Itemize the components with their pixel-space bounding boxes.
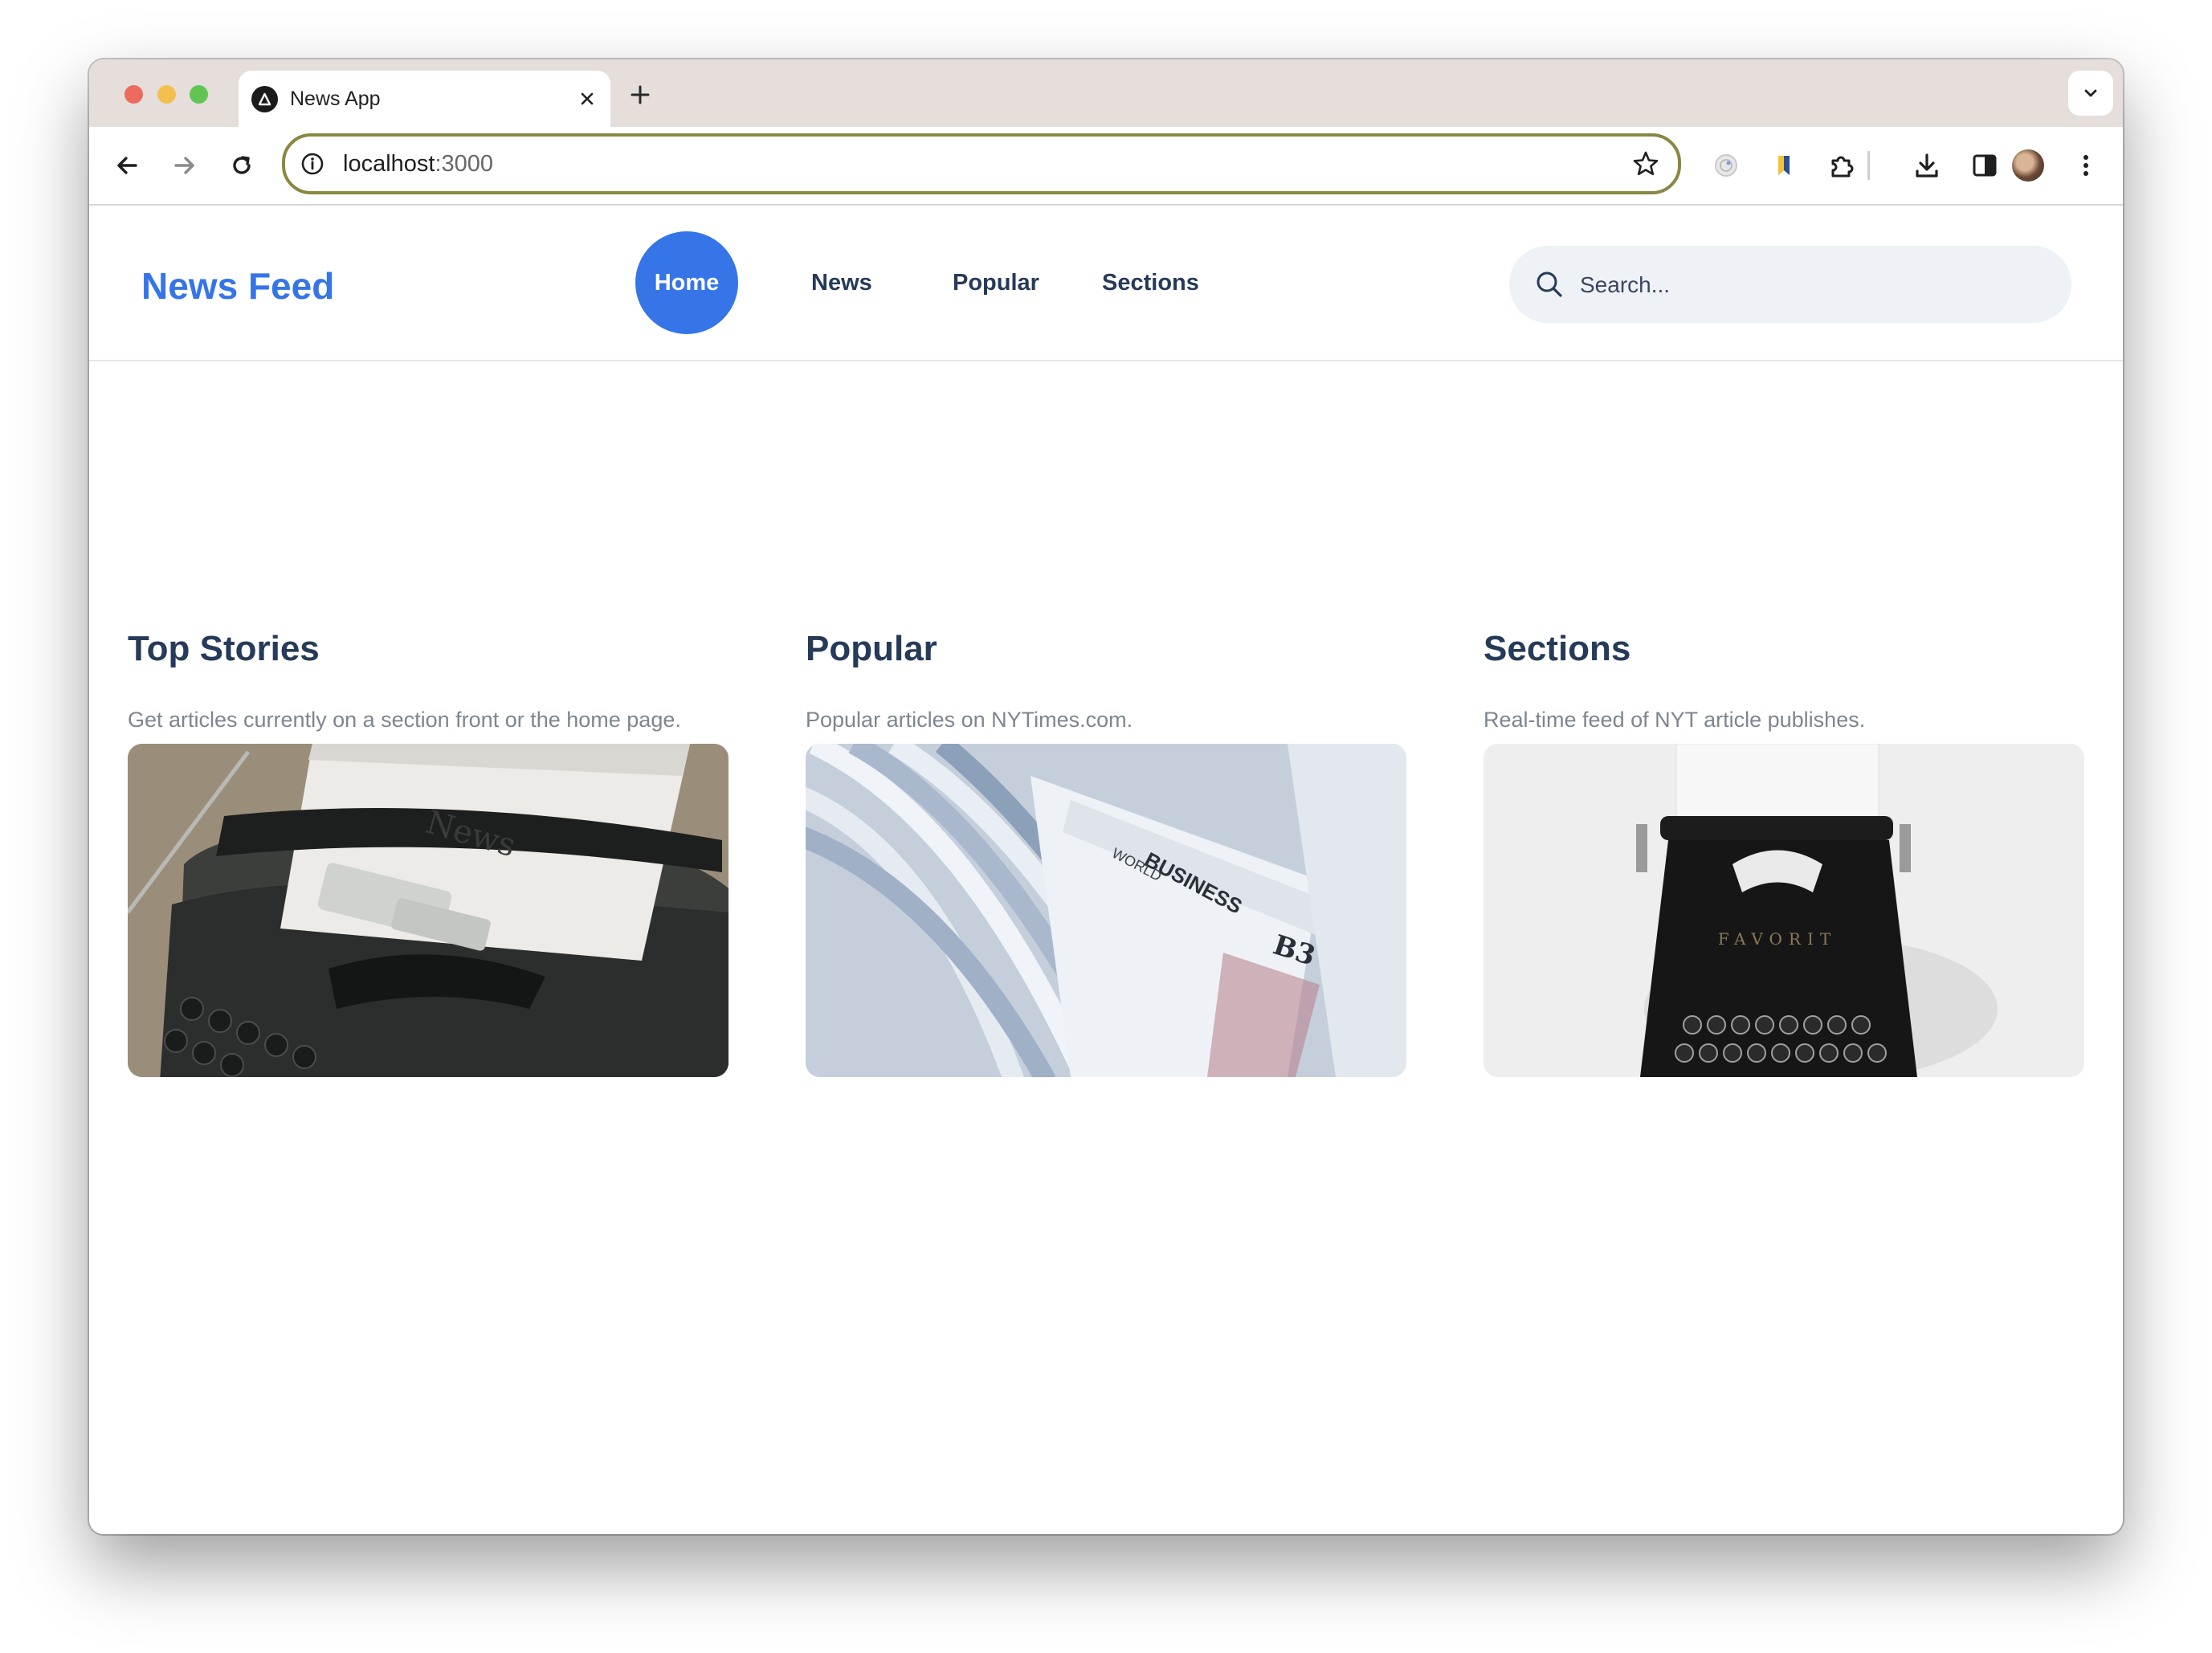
forward-arrow-icon[interactable] xyxy=(168,149,200,182)
side-panel-icon[interactable] xyxy=(1969,149,2001,182)
browser-window: News App localhost:3000 News Feed Home N… xyxy=(89,59,2123,1534)
reload-icon[interactable] xyxy=(226,149,258,182)
profile-avatar[interactable] xyxy=(2012,149,2044,182)
typewriter-news-photo[interactable]: News xyxy=(128,744,728,1077)
site-info-icon[interactable] xyxy=(300,151,325,177)
address-bar[interactable]: localhost:3000 xyxy=(282,133,1681,194)
url-text[interactable]: localhost:3000 xyxy=(343,148,493,180)
card-top-stories[interactable]: Top Stories Get articles currently on a … xyxy=(128,627,728,1077)
card-popular[interactable]: Popular Popular articles on NYTimes.com. xyxy=(806,627,1406,1077)
card-title: Sections xyxy=(1484,629,1631,668)
search-input[interactable] xyxy=(1578,263,2047,307)
url-host: localhost xyxy=(343,151,435,177)
site-logo[interactable]: News Feed xyxy=(141,263,334,308)
extensions-puzzle-icon[interactable] xyxy=(1826,149,1858,182)
extension-target-icon[interactable] xyxy=(1710,149,1742,182)
tab-strip: News App xyxy=(89,59,2123,127)
nav-link-home[interactable]: Home xyxy=(635,231,738,334)
card-title: Popular xyxy=(806,629,937,668)
tab-search-button[interactable] xyxy=(2068,71,2113,116)
newspapers-stack-photo[interactable]: BUSINESS B3 WORLD xyxy=(806,744,1406,1077)
card-sections[interactable]: Sections Real-time feed of NYT article p… xyxy=(1484,627,2084,1077)
page-content: News Feed Home News Popular Sections Top… xyxy=(89,206,2123,1534)
download-icon[interactable] xyxy=(1911,149,1943,182)
nav-link-news[interactable]: News xyxy=(811,268,872,297)
close-window-button[interactable] xyxy=(124,85,143,104)
toolbar-divider xyxy=(1867,151,1870,180)
zoom-window-button[interactable] xyxy=(190,85,208,104)
tab-title: News App xyxy=(290,88,381,110)
nav-link-sections[interactable]: Sections xyxy=(1102,268,1199,297)
site-navbar: News Feed Home News Popular Sections xyxy=(89,206,2123,361)
card-title: Top Stories xyxy=(128,629,320,668)
browser-tab[interactable]: News App xyxy=(239,71,610,127)
more-menu-icon[interactable] xyxy=(2070,149,2102,182)
browser-toolbar: localhost:3000 xyxy=(89,127,2123,206)
card-description: Get articles currently on a section fron… xyxy=(128,708,681,732)
url-port: :3000 xyxy=(435,151,494,177)
back-arrow-icon[interactable] xyxy=(112,149,144,182)
typewriter-brand-text: FAVORIT xyxy=(1718,929,1837,949)
favicon-icon xyxy=(251,86,278,112)
search-box[interactable] xyxy=(1509,246,2071,323)
card-description: Real-time feed of NYT article publishes. xyxy=(1484,708,1866,732)
search-icon xyxy=(1537,271,1562,297)
extension-bookmark-icon[interactable] xyxy=(1768,149,1800,182)
minimize-window-button[interactable] xyxy=(157,85,176,104)
black-typewriter-photo[interactable]: FAVORIT xyxy=(1484,744,2084,1077)
chevron-down-icon xyxy=(2084,89,2097,97)
new-tab-icon[interactable] xyxy=(627,82,653,108)
close-tab-icon[interactable] xyxy=(575,87,599,111)
nav-link-popular[interactable]: Popular xyxy=(953,268,1039,297)
card-description: Popular articles on NYTimes.com. xyxy=(806,708,1133,732)
bookmark-star-icon[interactable] xyxy=(1631,149,1660,178)
